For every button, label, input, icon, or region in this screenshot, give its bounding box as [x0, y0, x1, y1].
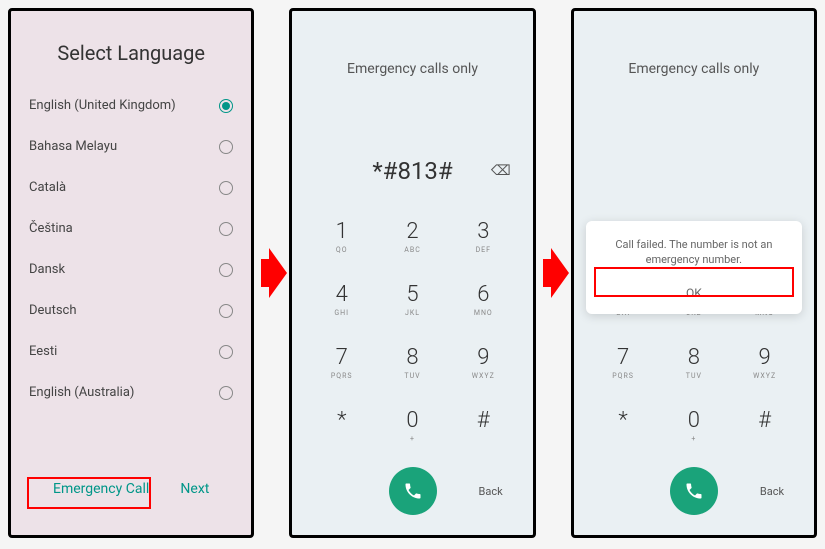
radio-icon	[219, 140, 233, 154]
screen-select-language: Select Language English (United Kingdom)…	[8, 8, 254, 538]
arrow-icon	[541, 248, 566, 298]
language-label: English (Australia)	[29, 385, 134, 400]
keypad-key-6[interactable]: 6MNO	[448, 268, 519, 331]
dialer-header: Emergency calls only	[574, 11, 814, 97]
page-title: Select Language	[11, 11, 251, 85]
language-item[interactable]: Deutsch	[29, 290, 233, 331]
keypad-key-0[interactable]: 0+	[377, 394, 448, 457]
language-label: Català	[29, 180, 66, 195]
keypad-key-7[interactable]: 7PQRS	[588, 331, 659, 394]
keypad-key-0[interactable]: 0+	[658, 394, 729, 457]
keypad-key-9[interactable]: 9WXYZ	[448, 331, 519, 394]
dialer-footer: Back	[574, 457, 814, 535]
keypad-key-8[interactable]: 8TUV	[658, 331, 729, 394]
highlight-box	[27, 477, 151, 509]
keypad-key-8[interactable]: 8TUV	[377, 331, 448, 394]
call-button[interactable]	[389, 467, 437, 515]
back-button[interactable]: Back	[760, 485, 784, 498]
dialed-number-display: *#813# ⌫	[292, 137, 532, 205]
back-button[interactable]: Back	[479, 485, 503, 498]
keypad-key-star[interactable]: *	[588, 394, 659, 457]
radio-icon	[219, 386, 233, 400]
keypad-key-5[interactable]: 5JKL	[377, 268, 448, 331]
language-item[interactable]: Čeština	[29, 208, 233, 249]
language-label: Čeština	[29, 221, 73, 236]
keypad-key-7[interactable]: 7PQRS	[306, 331, 377, 394]
phone-icon	[403, 481, 423, 501]
language-label: Eesti	[29, 344, 57, 359]
keypad-key-9[interactable]: 9WXYZ	[729, 331, 800, 394]
screen-dialer: Emergency calls only *#813# ⌫ 1QO 2ABC 3…	[289, 8, 535, 538]
radio-icon	[219, 304, 233, 318]
language-label: English (United Kingdom)	[29, 98, 176, 113]
call-button[interactable]	[670, 467, 718, 515]
radio-icon	[219, 263, 233, 277]
keypad-key-3[interactable]: 3DEF	[448, 205, 519, 268]
dialer-footer: Back	[292, 457, 532, 535]
language-item[interactable]: Dansk	[29, 249, 233, 290]
language-label: Bahasa Melayu	[29, 139, 117, 154]
keypad: 1QO 2ABC 3DEF 4GHI 5JKL 6MNO 7PQRS 8TUV …	[292, 205, 532, 457]
radio-selected-icon	[219, 99, 233, 113]
keypad-key-1[interactable]: 1QO	[306, 205, 377, 268]
screen-dialer-error: Emergency calls only 4GHI 5JKL 6MNO 7PQR…	[571, 8, 817, 538]
phone-icon	[684, 481, 704, 501]
radio-icon	[219, 222, 233, 236]
language-item[interactable]: English (United Kingdom)	[29, 85, 233, 126]
language-label: Dansk	[29, 262, 65, 277]
keypad-key-2[interactable]: 2ABC	[377, 205, 448, 268]
keypad-key-hash[interactable]: #	[448, 394, 519, 457]
backspace-icon[interactable]: ⌫	[491, 163, 511, 179]
language-item[interactable]: Eesti	[29, 331, 233, 372]
modal-message: Call failed. The number is not an emerge…	[598, 237, 790, 268]
keypad-key-4[interactable]: 4GHI	[306, 268, 377, 331]
language-list: English (United Kingdom) Bahasa Melayu C…	[11, 85, 251, 413]
error-modal: Call failed. The number is not an emerge…	[586, 221, 802, 314]
dialer-header: Emergency calls only	[292, 11, 532, 97]
arrow-icon	[259, 248, 284, 298]
highlight-box	[594, 267, 794, 297]
dialed-number: *#813#	[372, 157, 452, 185]
language-item[interactable]: Català	[29, 167, 233, 208]
keypad-key-hash[interactable]: #	[729, 394, 800, 457]
radio-icon	[219, 345, 233, 359]
language-item[interactable]: English (Australia)	[29, 372, 233, 413]
language-item[interactable]: Bahasa Melayu	[29, 126, 233, 167]
next-button[interactable]: Next	[168, 473, 221, 505]
radio-icon	[219, 181, 233, 195]
language-label: Deutsch	[29, 303, 77, 318]
keypad-key-star[interactable]: *	[306, 394, 377, 457]
